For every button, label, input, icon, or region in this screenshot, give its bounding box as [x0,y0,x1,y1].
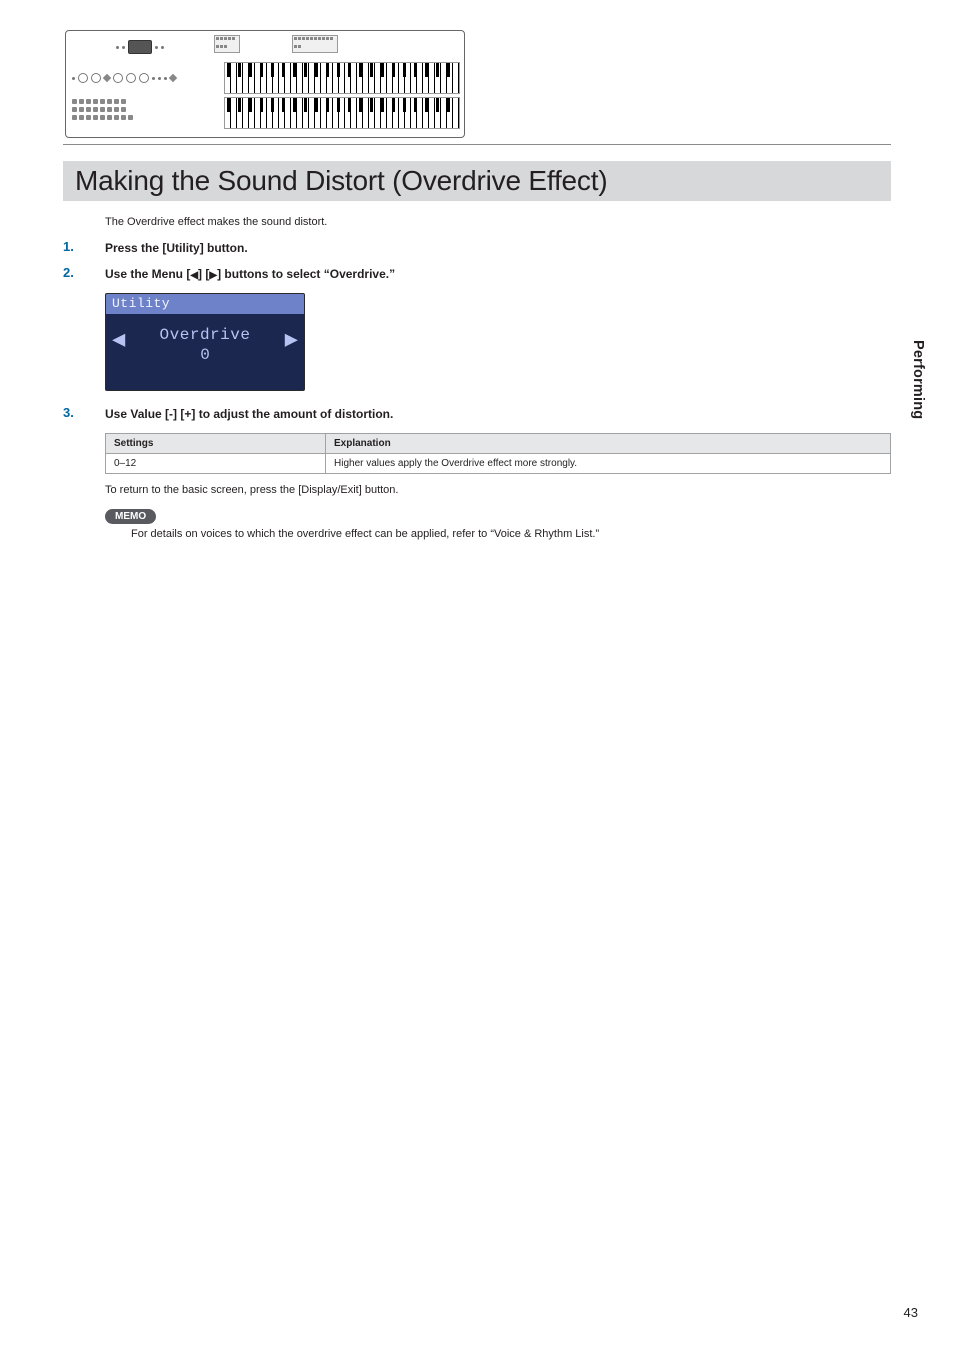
side-tab-label: Performing [910,340,926,419]
horizontal-rule [63,144,891,145]
step-number: 1 [63,239,74,254]
step: 3 Use Value [-] [+] to adjust the amount… [63,405,891,423]
lcd-param-name: Overdrive [106,326,304,344]
section-heading: Making the Sound Distort (Overdrive Effe… [63,161,891,201]
device-panel-diagram [65,30,465,138]
panel-pedal-icon [70,97,220,129]
steps-list: 1 Press the [Utility] button. 2 Use the … [63,239,891,283]
keyboard-icon [224,62,460,94]
panel-lcd-icon [128,40,152,54]
step: 1 Press the [Utility] button. [63,239,891,257]
lcd-param-value: 0 [106,346,304,364]
intro-text: The Overdrive effect makes the sound dis… [63,215,891,229]
steps-list: 3 Use Value [-] [+] to adjust the amount… [63,405,891,423]
step-text-part: ] buttons to select “Overdrive.” [217,267,395,281]
step-number: 2 [63,265,74,280]
step-number: 3 [63,405,74,420]
lcd-body: ◀ ▶ Overdrive 0 [106,314,304,390]
table-cell-explanation: Higher values apply the Overdrive effect… [326,454,891,474]
panel-pads-icon [214,35,240,53]
page: Making the Sound Distort (Overdrive Effe… [0,0,954,1350]
triangle-right-icon: ▶ [209,270,217,281]
table-header-cell: Explanation [326,434,891,454]
lcd-title: Utility [106,294,304,314]
device-lcd: Utility ◀ ▶ Overdrive 0 [105,293,305,391]
table-cell-setting: 0–12 [106,454,326,474]
settings-table: Settings Explanation 0–12 Higher values … [105,433,891,474]
step-text-part: Use the Menu [ [105,267,190,281]
memo-badge: MEMO [105,509,156,524]
step-text: Press the [Utility] button. [105,241,248,255]
panel-top-controls [70,35,210,59]
step-text: Use Value [-] [+] to adjust the amount o… [105,407,393,421]
step-text: Use the Menu [◀] [▶] buttons to select “… [105,267,395,281]
keyboard-icon [224,97,460,129]
panel-pads-icon [292,35,338,53]
page-number: 43 [904,1305,918,1320]
step-text-part: ] [ [198,267,209,281]
triangle-left-icon: ◀ [190,270,198,281]
panel-controls-icon [70,62,220,94]
table-row: 0–12 Higher values apply the Overdrive e… [106,454,891,474]
table-header-cell: Settings [106,434,326,454]
step: 2 Use the Menu [◀] [▶] buttons to select… [63,265,891,283]
memo-text: For details on voices to which the overd… [131,528,891,540]
table-header-row: Settings Explanation [106,434,891,454]
return-note: To return to the basic screen, press the… [105,484,891,496]
